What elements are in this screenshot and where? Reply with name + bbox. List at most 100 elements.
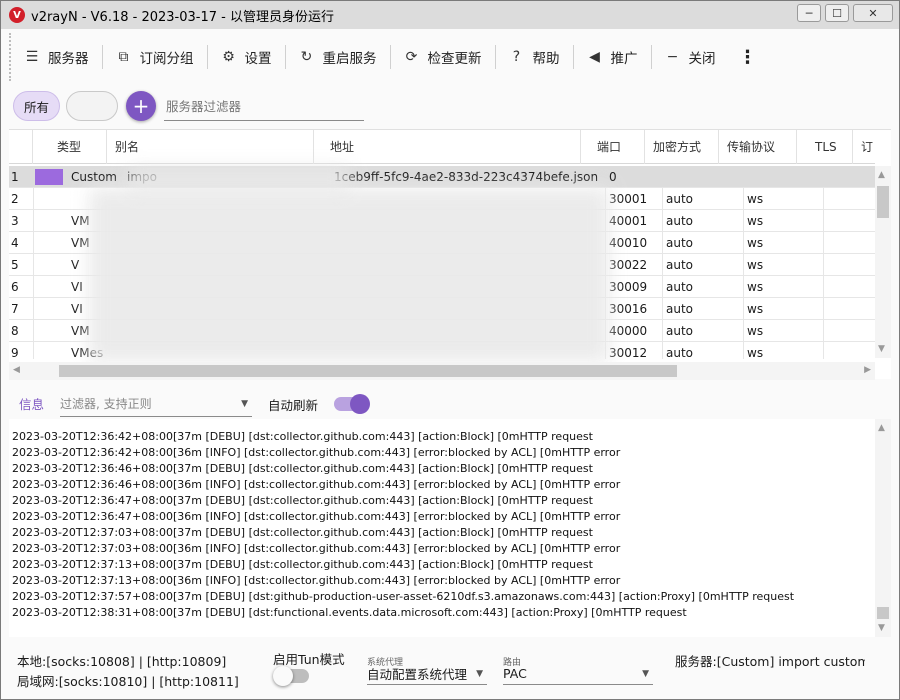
title-bar[interactable]: V v2rayN - V6.18 - 2023-03-17 - 以管理员身份运行… (1, 1, 899, 29)
gear-icon: ⚙ (222, 49, 235, 65)
log-line: 2023-03-20T12:36:42+08:00[37m [DEBU] [ds… (12, 430, 593, 443)
grid-header: 类型 别名 地址 端口 加密方式 传输协议 TLS 订 (9, 130, 875, 164)
log-line: 2023-03-20T12:36:46+08:00[36m [INFO] [ds… (12, 478, 621, 491)
lan-port-info: 局域网:[socks:10810] | [http:10811] (17, 674, 239, 689)
row-index: 2 (11, 192, 19, 206)
log-line: 2023-03-20T12:36:47+08:00[36m [INFO] [ds… (12, 510, 621, 523)
row-network: ws (747, 214, 764, 228)
scroll-up-icon[interactable]: ▲ (878, 170, 885, 180)
row-encryption: auto (666, 302, 694, 316)
check-update-label: 检查更新 (427, 51, 482, 67)
system-proxy-value: 自动配置系统代理 (367, 667, 468, 682)
add-group-button[interactable]: + (126, 91, 157, 121)
row-network: ws (747, 192, 764, 206)
chevron-down-icon[interactable]: ▼ (241, 399, 248, 409)
settings-menu-label: 设置 (244, 51, 272, 67)
column-header-encryption[interactable]: 加密方式 (645, 130, 719, 164)
toolbar: ☰ 服务器 ⧉ 订阅分组 ⚙ 设置 ↻ 重启服务 ⟳ 检查更新 ? 帮助 ◀ 推… (9, 33, 891, 81)
column-header-type[interactable]: 类型 (49, 130, 107, 164)
row-index: 8 (11, 324, 19, 338)
log-line: 2023-03-20T12:37:03+08:00[37m [DEBU] [ds… (12, 526, 593, 539)
row-port: 30009 (609, 280, 648, 294)
tab-info[interactable]: 信息 (19, 394, 44, 415)
redacted-region (89, 188, 609, 362)
minimize-button[interactable]: ─ (797, 4, 821, 22)
log-line: 2023-03-20T12:37:03+08:00[36m [INFO] [ds… (12, 542, 621, 555)
local-port-info: 本地:[socks:10808] | [http:10809] (17, 654, 227, 669)
group-tab-redacted[interactable] (66, 91, 119, 121)
log-line: 2023-03-20T12:38:31+08:00[37m [DEBU] [ds… (12, 606, 687, 619)
row-encryption: auto (666, 214, 694, 228)
route-select[interactable]: PAC ▼ (503, 663, 653, 685)
grid-horizontal-scrollbar[interactable]: ◀ ▶ (9, 362, 875, 380)
log-filter-input[interactable]: 过滤器, 支持正则 ▼ (60, 391, 253, 417)
log-vertical-scrollbar[interactable]: ▲ ▼ (875, 419, 891, 637)
more-options-icon[interactable]: ⋮ (729, 33, 767, 81)
scroll-left-icon[interactable]: ◀ (13, 365, 20, 375)
window-title: v2rayN - V6.18 - 2023-03-17 - 以管理员身份运行 (31, 9, 334, 25)
row-network: ws (747, 280, 764, 294)
column-header-tls[interactable]: TLS (797, 130, 853, 164)
row-encryption: auto (666, 324, 694, 338)
route-value: PAC (503, 666, 527, 681)
scrollbar-thumb[interactable] (877, 607, 889, 619)
subscription-menu-button[interactable]: ⧉ 订阅分组 (103, 33, 207, 81)
scrollbar-thumb[interactable] (59, 365, 677, 377)
server-list-grid: 类型 别名 地址 端口 加密方式 传输协议 TLS 订 1 Custom imp… (9, 129, 891, 380)
row-network: ws (747, 302, 764, 316)
promote-button[interactable]: ◀ 推广 (574, 33, 651, 81)
maximize-button[interactable]: ☐ (825, 4, 849, 22)
server-filter-input[interactable]: 服务器过滤器 (164, 91, 365, 121)
scroll-down-icon[interactable]: ▼ (878, 344, 885, 354)
row-port: 30001 (609, 192, 648, 206)
scroll-up-icon[interactable]: ▲ (878, 423, 885, 433)
grid-vertical-scrollbar[interactable]: ▲ ▼ (875, 166, 891, 358)
toggle-knob (350, 394, 371, 414)
update-icon: ⟳ (405, 49, 418, 65)
scroll-down-icon[interactable]: ▼ (878, 623, 885, 633)
row-port: 30016 (609, 302, 648, 316)
close-app-button[interactable]: − 关闭 (652, 33, 729, 81)
row-port: 40000 (609, 324, 648, 338)
column-header-port[interactable]: 端口 (581, 130, 645, 164)
close-app-label: 关闭 (688, 51, 716, 67)
help-button[interactable]: ? 帮助 (496, 33, 573, 81)
row-address: 1ceb9ff-5fc9-4ae2-833d-223c4374befe.json (334, 170, 599, 184)
scrollbar-thumb[interactable] (877, 186, 889, 218)
column-header-subscription[interactable]: 订 (853, 130, 875, 164)
log-line: 2023-03-20T12:37:13+08:00[36m [INFO] [ds… (12, 574, 621, 587)
row-port: 40001 (609, 214, 648, 228)
auto-refresh-toggle[interactable] (334, 394, 371, 414)
row-index: 6 (11, 280, 19, 294)
restart-service-button[interactable]: ↻ 重启服务 (286, 33, 390, 81)
check-update-button[interactable]: ⟳ 检查更新 (391, 33, 495, 81)
log-line: 2023-03-20T12:36:42+08:00[36m [INFO] [ds… (12, 446, 621, 459)
column-header-network[interactable]: 传输协议 (719, 130, 797, 164)
tun-mode-toggle[interactable] (273, 666, 309, 686)
column-header-alias[interactable]: 别名 (107, 130, 314, 164)
row-encryption: auto (666, 258, 694, 272)
app-logo-icon: V (9, 7, 25, 23)
chevron-down-icon: ▼ (476, 668, 483, 679)
row-index: 1 (11, 170, 19, 184)
system-proxy-select[interactable]: 自动配置系统代理 ▼ (367, 663, 487, 685)
row-type: Custom (71, 170, 117, 184)
log-output[interactable]: 2023-03-20T12:36:42+08:00[37m [DEBU] [ds… (9, 419, 891, 637)
row-index: 5 (11, 258, 19, 272)
log-line: 2023-03-20T12:36:46+08:00[37m [DEBU] [ds… (12, 462, 593, 475)
servers-menu-label: 服务器 (48, 51, 89, 67)
column-header-address[interactable]: 地址 (314, 130, 581, 164)
help-icon: ? (512, 49, 521, 65)
log-filter-placeholder: 过滤器, 支持正则 (60, 397, 152, 411)
scroll-right-icon[interactable]: ▶ (864, 365, 871, 375)
row-index: 7 (11, 302, 19, 316)
restart-icon: ↻ (300, 49, 313, 65)
servers-menu-button[interactable]: ☰ 服务器 (11, 33, 102, 81)
log-toolbar: 信息 过滤器, 支持正则 ▼ 自动刷新 (9, 389, 891, 419)
row-index: 9 (11, 346, 19, 360)
settings-menu-button[interactable]: ⚙ 设置 (208, 33, 285, 81)
close-window-button[interactable]: ✕ (853, 4, 893, 22)
group-tab-all[interactable]: 所有 (13, 91, 61, 121)
row-network: ws (747, 346, 764, 360)
server-icon: ☰ (25, 49, 39, 65)
